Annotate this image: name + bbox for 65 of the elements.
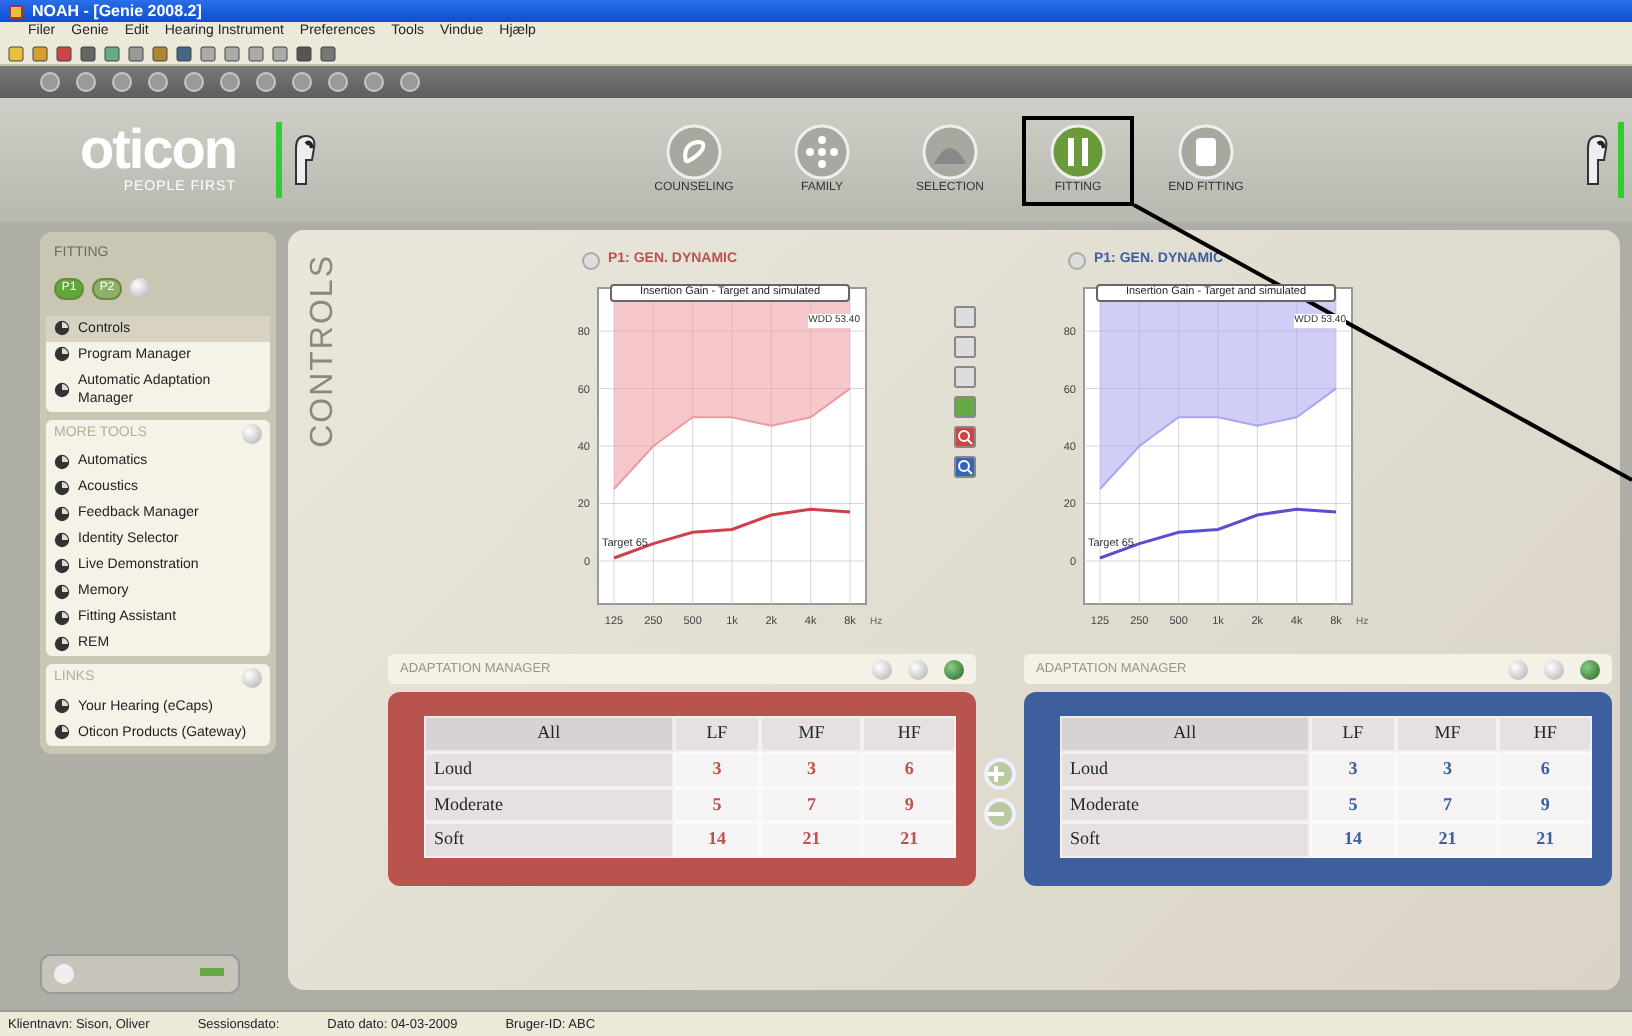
table-cell[interactable]: 5 — [673, 787, 761, 822]
table-cell[interactable]: 3 — [1396, 752, 1499, 787]
plus-icon — [988, 765, 1004, 782]
swirl-icon — [666, 123, 722, 179]
hearing-aid-icon — [290, 132, 318, 188]
table-cell[interactable]: 21 — [1498, 822, 1592, 857]
column-header: LF — [1309, 716, 1397, 752]
dial-icon — [54, 453, 70, 469]
table-cell[interactable]: 3 — [1309, 752, 1397, 787]
table-cell[interactable]: 3 — [673, 752, 761, 787]
indicator-bar — [276, 122, 282, 198]
table-cell[interactable]: 9 — [1498, 787, 1592, 822]
column-header: LF — [673, 716, 761, 752]
dial-icon — [54, 479, 70, 495]
row-header: Moderate — [424, 787, 674, 822]
table-cell[interactable]: 3 — [760, 752, 863, 787]
dial-icon — [54, 505, 70, 521]
table-cell[interactable]: 5 — [1309, 787, 1397, 822]
table-cell[interactable]: 21 — [760, 822, 863, 857]
document-icon — [954, 366, 976, 388]
dial-icon — [54, 557, 70, 573]
table-cell[interactable]: 9 — [862, 787, 956, 822]
row-header: Soft — [424, 822, 674, 857]
dots-icon — [794, 123, 850, 179]
picture-icon — [954, 396, 976, 418]
row-header: Loud — [424, 752, 674, 787]
table-cell[interactable]: 7 — [1396, 787, 1499, 822]
row-header: Loud — [1060, 752, 1310, 787]
row-header: Moderate — [1060, 787, 1310, 822]
dial-icon — [54, 346, 70, 362]
program-icon[interactable] — [582, 251, 600, 270]
app-icon — [8, 3, 24, 19]
dial-icon — [54, 381, 70, 397]
hearing-aid-icon — [1582, 132, 1610, 188]
zoom-icon — [954, 456, 976, 478]
zoom-icon — [954, 426, 976, 448]
column-header: HF — [1498, 716, 1592, 752]
document-icon — [954, 336, 976, 358]
column-header: MF — [760, 716, 863, 752]
column-header: MF — [1396, 716, 1499, 752]
column-header: HF — [862, 716, 956, 752]
table-cell[interactable]: 21 — [1396, 822, 1499, 857]
indicator-bar — [1618, 122, 1624, 198]
document-icon — [954, 306, 976, 328]
dial-icon — [54, 724, 70, 740]
column-header[interactable]: All — [424, 716, 674, 752]
column-header[interactable]: All — [1060, 716, 1310, 752]
dial-icon — [54, 698, 70, 714]
dial-icon — [54, 531, 70, 547]
table-cell[interactable]: 6 — [862, 752, 956, 787]
panel-title: CONTROLS — [304, 254, 342, 448]
table-cell[interactable]: 21 — [862, 822, 956, 857]
dial-icon — [54, 609, 70, 625]
dial-icon — [54, 583, 70, 599]
dome-icon — [922, 123, 978, 179]
table-cell[interactable]: 14 — [673, 822, 761, 857]
dial-icon — [54, 635, 70, 651]
table-cell[interactable]: 14 — [1309, 822, 1397, 857]
row-header: Soft — [1060, 822, 1310, 857]
window-title: NOAH - [Genie 2008.2] — [32, 0, 202, 22]
table-cell[interactable]: 6 — [1498, 752, 1592, 787]
dial-icon — [54, 320, 70, 336]
door-icon — [1178, 123, 1234, 179]
table-cell[interactable]: 7 — [760, 787, 863, 822]
brand-logo: oticon — [80, 121, 236, 178]
